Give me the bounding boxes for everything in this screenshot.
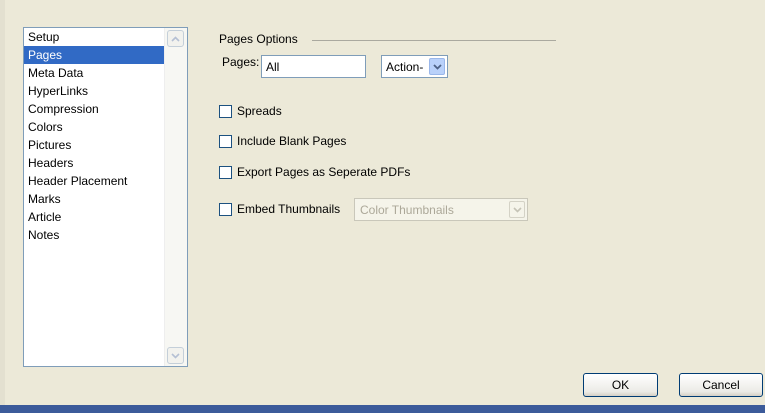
pages-input[interactable]: All — [261, 55, 366, 78]
embed-thumbnails-checkbox[interactable] — [219, 202, 232, 216]
include-blank-pages-option[interactable]: Include Blank Pages — [219, 133, 346, 149]
embed-thumbnails-option[interactable]: Embed Thumbnails — [219, 201, 340, 217]
category-items: Setup Pages Meta Data HyperLinks Compression… — [24, 28, 165, 244]
spreads-checkbox[interactable] — [219, 104, 232, 118]
category-item-article[interactable]: Article — [24, 208, 165, 226]
window-frame-bottom — [0, 405, 765, 413]
category-list[interactable]: Setup Pages Meta Data HyperLinks Compression… — [23, 27, 188, 367]
category-item-header-placement[interactable]: Header Placement — [24, 172, 165, 190]
export-separate-pdfs-label: Export Pages as Seperate PDFs — [237, 165, 411, 179]
cancel-button[interactable]: Cancel — [679, 373, 763, 397]
chevron-down-icon — [432, 63, 442, 70]
action-dropdown[interactable]: Action- — [381, 55, 448, 78]
scroll-up-button[interactable] — [167, 30, 184, 47]
pages-label: Pages: — [222, 55, 260, 69]
window-frame-left — [0, 0, 5, 405]
spreads-option[interactable]: Spreads — [219, 103, 282, 119]
category-item-pages[interactable]: Pages — [24, 46, 165, 64]
category-item-colors[interactable]: Colors — [24, 118, 165, 136]
category-list-scrollbar[interactable] — [164, 28, 187, 366]
spreads-label: Spreads — [237, 104, 282, 118]
category-item-hyperlinks[interactable]: HyperLinks — [24, 82, 165, 100]
action-dropdown-button[interactable] — [429, 58, 445, 75]
scroll-down-button[interactable] — [167, 347, 184, 364]
chevron-down-icon — [171, 352, 180, 359]
category-item-setup[interactable]: Setup — [24, 28, 165, 46]
export-separate-pdfs-checkbox[interactable] — [219, 165, 232, 179]
group-divider — [312, 40, 556, 41]
category-item-pictures[interactable]: Pictures — [24, 136, 165, 154]
category-item-marks[interactable]: Marks — [24, 190, 165, 208]
thumbnail-type-dropdown[interactable]: Color Thumbnails — [354, 198, 528, 221]
thumbnail-type-value: Color Thumbnails — [360, 203, 454, 217]
category-item-meta-data[interactable]: Meta Data — [24, 64, 165, 82]
action-dropdown-value: Action- — [386, 60, 424, 74]
thumbnail-dropdown-button[interactable] — [509, 201, 525, 218]
embed-thumbnails-label: Embed Thumbnails — [237, 202, 341, 216]
ok-button[interactable]: OK — [583, 373, 658, 397]
category-item-notes[interactable]: Notes — [24, 226, 165, 244]
chevron-up-icon — [171, 35, 180, 42]
chevron-down-icon — [512, 206, 522, 213]
category-item-headers[interactable]: Headers — [24, 154, 165, 172]
pages-options-title: Pages Options — [219, 32, 298, 46]
include-blank-pages-label: Include Blank Pages — [237, 134, 347, 148]
include-blank-pages-checkbox[interactable] — [219, 134, 232, 148]
category-item-compression[interactable]: Compression — [24, 100, 165, 118]
export-separate-pdfs-option[interactable]: Export Pages as Seperate PDFs — [219, 164, 410, 180]
